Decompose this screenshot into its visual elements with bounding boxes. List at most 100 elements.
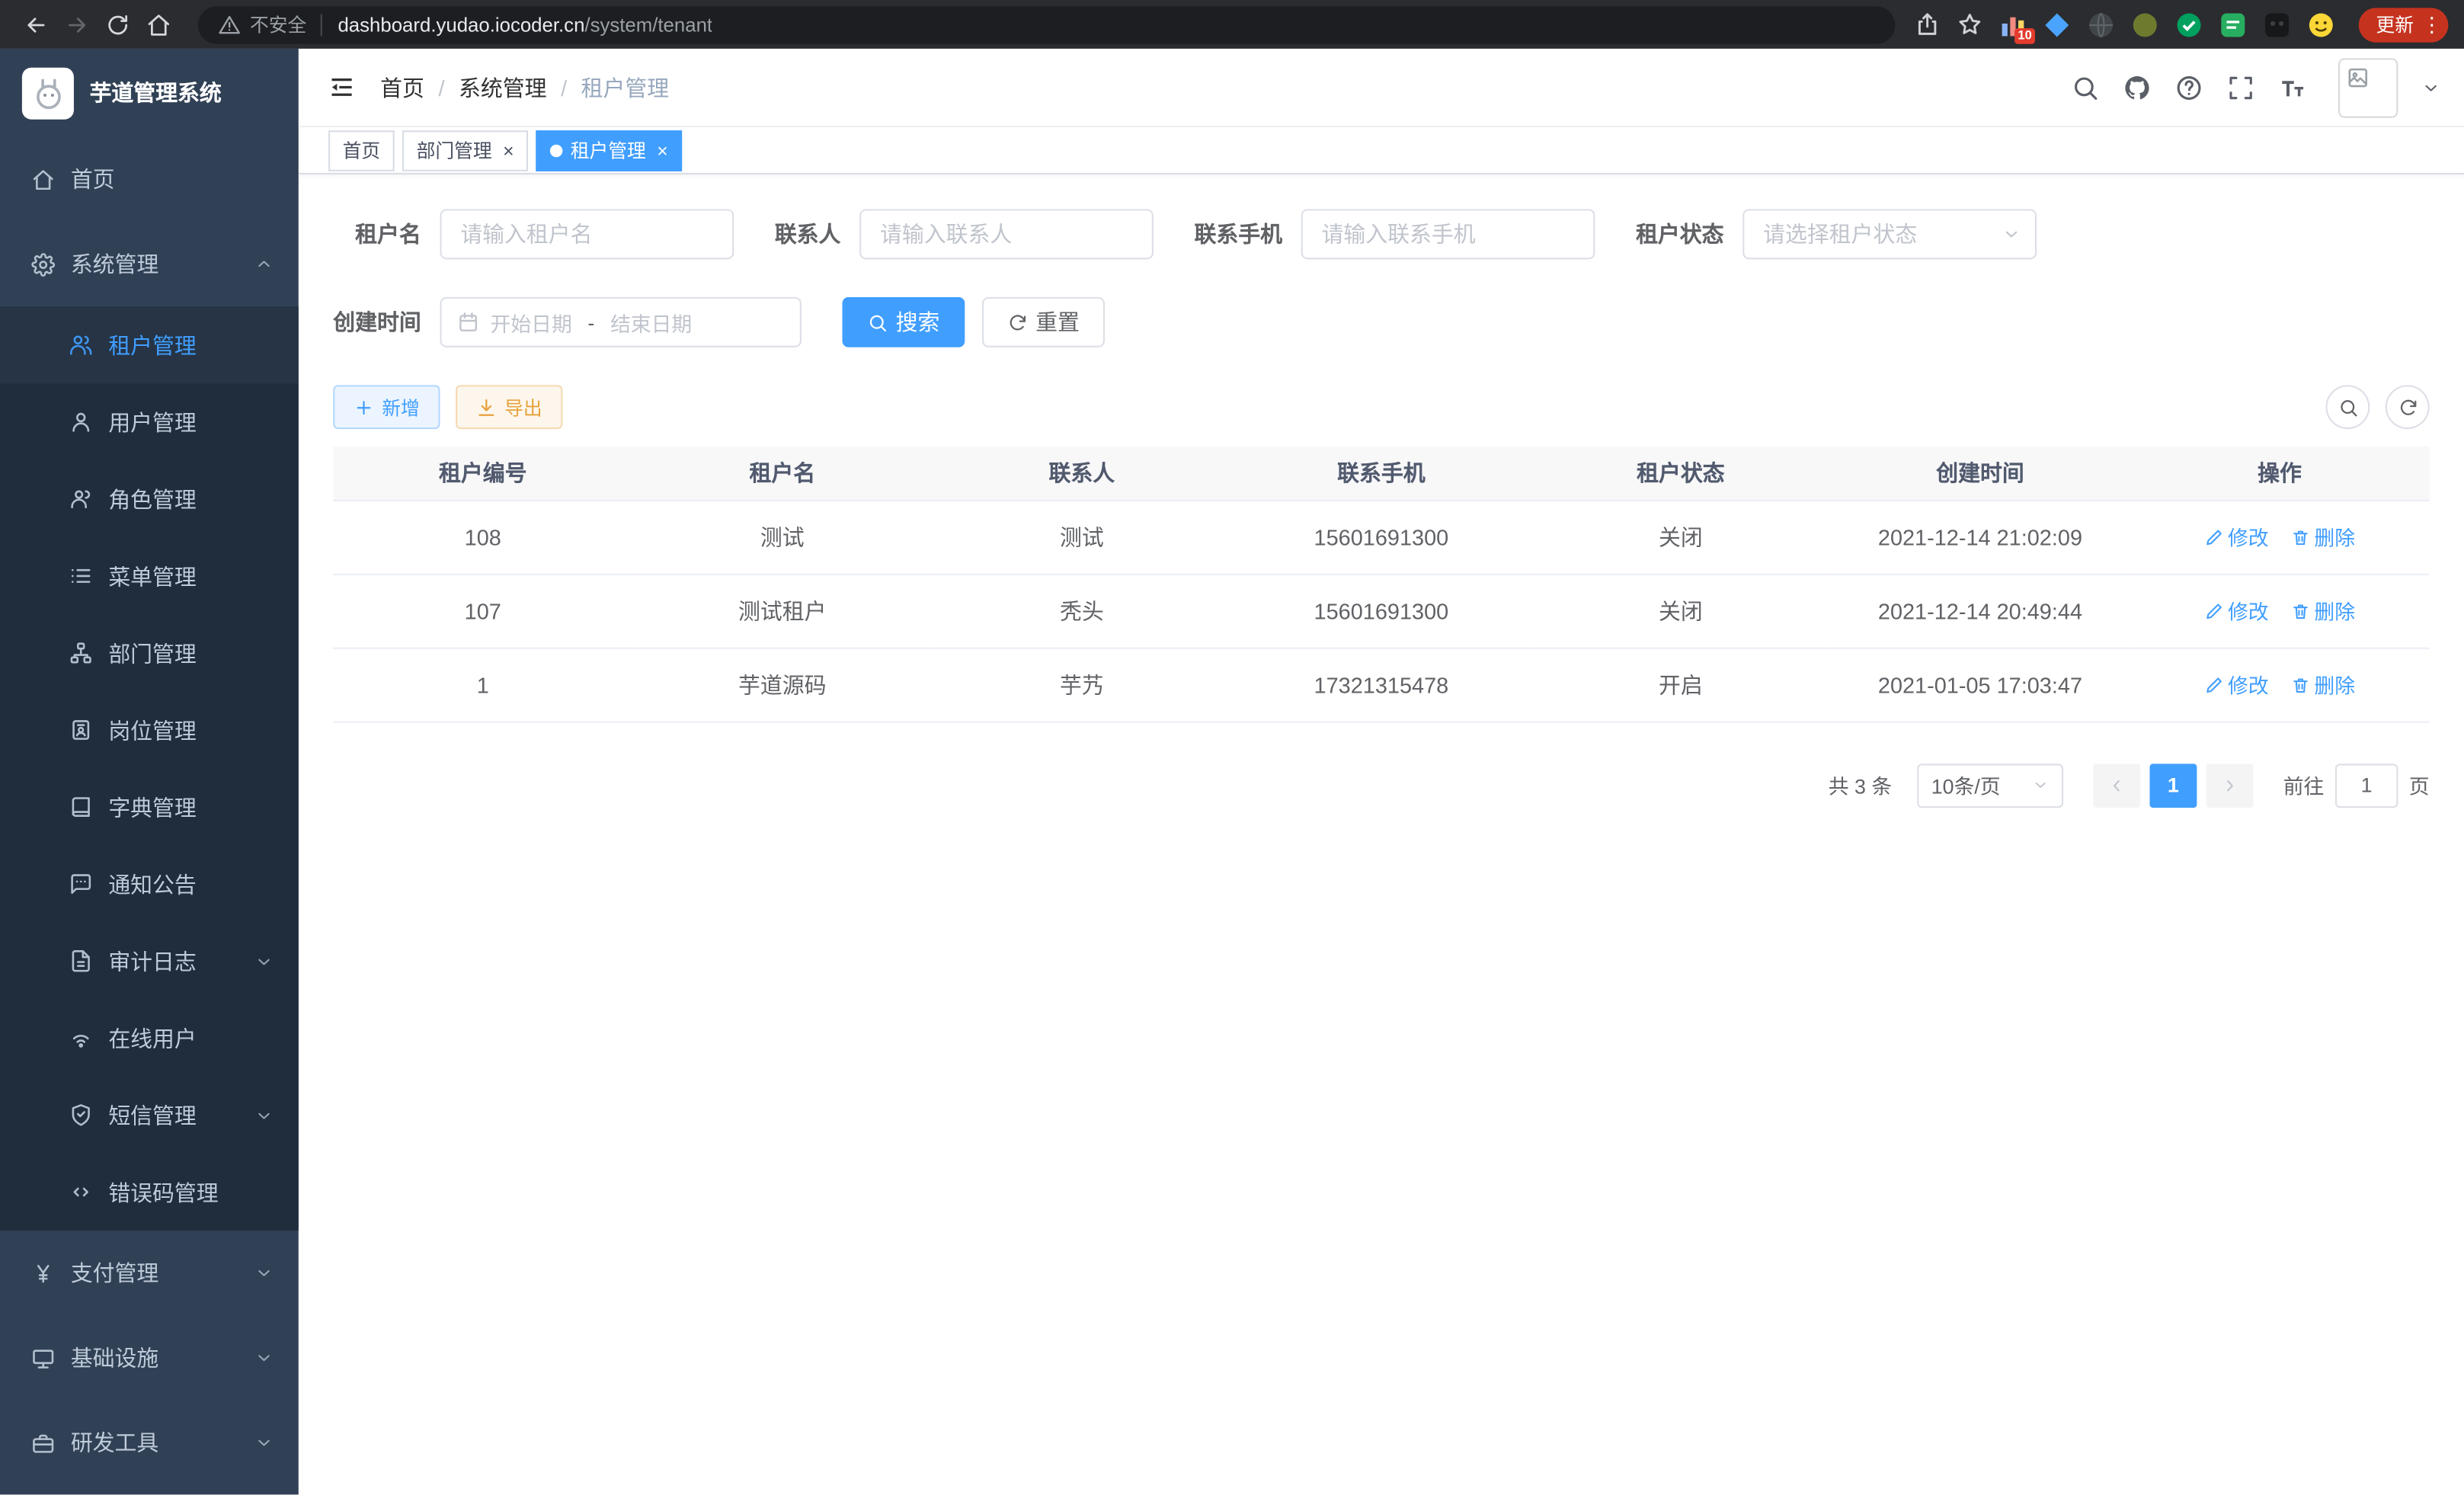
sidebar-item-label: 用户管理 <box>108 406 197 437</box>
extension-drop-icon[interactable] <box>2043 10 2071 38</box>
help-icon[interactable] <box>2175 73 2203 101</box>
sidebar-item-user-management[interactable]: 用户管理 <box>0 383 299 460</box>
chevron-down-icon <box>254 1106 274 1125</box>
chevron-down-icon <box>254 1263 274 1282</box>
sidebar-item-home[interactable]: 首页 <box>0 136 299 221</box>
sidebar-item-dict-management[interactable]: 字典管理 <box>0 769 299 846</box>
tenant-name-input[interactable] <box>440 209 734 259</box>
add-button[interactable]: 新增 <box>333 385 440 429</box>
extension-check-icon[interactable] <box>2174 10 2203 38</box>
bookmark-star-icon[interactable] <box>1957 11 1983 37</box>
org-tree-icon <box>69 642 93 665</box>
extension-paw-icon[interactable] <box>2263 10 2291 38</box>
close-icon[interactable]: × <box>503 141 514 160</box>
sidebar-item-post-management[interactable]: 岗位管理 <box>0 692 299 769</box>
breadcrumb-separator: / <box>438 75 444 100</box>
user-avatar[interactable] <box>2338 57 2398 117</box>
breadcrumb-home[interactable]: 首页 <box>380 72 424 103</box>
column-header: 联系手机 <box>1231 447 1531 500</box>
fullscreen-icon[interactable] <box>2227 73 2255 101</box>
status-select[interactable]: 请选择租户状态 <box>1742 209 2037 259</box>
sidebar-item-system-management[interactable]: 系统管理 <box>0 222 299 306</box>
address-bar[interactable]: 不安全 dashboard.yudao.iocoder.cn/system/te… <box>198 5 1895 43</box>
sms-icon <box>69 1103 93 1127</box>
sidebar-item-notice-announcement[interactable]: 通知公告 <box>0 846 299 923</box>
sidebar-item-infrastructure[interactable]: 基础设施 <box>0 1315 299 1400</box>
date-start-placeholder: 开始日期 <box>491 307 572 337</box>
edit-link[interactable]: 修改 <box>2204 670 2269 699</box>
goto-page-input[interactable] <box>2335 763 2398 807</box>
page-number-1[interactable]: 1 <box>2149 763 2197 807</box>
payment-icon <box>31 1261 55 1285</box>
sidebar-item-online-users[interactable]: 在线用户 <box>0 1000 299 1077</box>
calendar-icon <box>457 311 479 333</box>
font-size-icon[interactable] <box>2279 73 2307 101</box>
breadcrumb-system[interactable]: 系统管理 <box>459 72 547 103</box>
tab-tenant-management[interactable]: 租户管理× <box>536 130 682 171</box>
share-icon[interactable] <box>1914 11 1941 37</box>
phone-input[interactable] <box>1301 209 1595 259</box>
browser-reload-button[interactable] <box>98 4 139 45</box>
app-logo[interactable]: 芋道管理系统 <box>0 49 299 137</box>
extension-globe-icon[interactable] <box>2087 10 2115 38</box>
table-cell: 1 <box>333 648 632 722</box>
edit-link[interactable]: 修改 <box>2204 522 2269 552</box>
extension-notes-icon[interactable] <box>2219 10 2247 38</box>
tab-dept-management[interactable]: 部门管理× <box>402 130 528 171</box>
sidebar-item-error-code-management[interactable]: 错误码管理 <box>0 1154 299 1231</box>
reset-button[interactable]: 重置 <box>982 297 1105 347</box>
edit-link[interactable]: 修改 <box>2204 596 2269 626</box>
filter-status: 租户状态 请选择租户状态 <box>1636 209 2037 259</box>
page-size-select[interactable]: 10条/页 <box>1917 763 2063 807</box>
sidebar-item-dev-tools[interactable]: 研发工具 <box>0 1401 299 1485</box>
sidebar-item-menu-management[interactable]: 菜单管理 <box>0 537 299 614</box>
delete-link[interactable]: 删除 <box>2290 596 2355 626</box>
sidebar-fold-icon[interactable] <box>327 72 357 102</box>
delete-link[interactable]: 删除 <box>2290 522 2355 552</box>
sidebar-item-sms-management[interactable]: 短信管理 <box>0 1077 299 1154</box>
table-body: 108测试测试15601691300关闭2021-12-14 21:02:09修… <box>333 500 2429 722</box>
browser-forward-button[interactable] <box>56 4 98 45</box>
toggle-search-button[interactable] <box>2326 385 2370 429</box>
search-button-label: 搜索 <box>896 306 940 338</box>
chevron-up-icon <box>254 255 274 274</box>
main-area: 首页 / 系统管理 / 租户管理 首页部门管理×租户管理× <box>299 49 2464 1495</box>
sidebar-item-audit-log[interactable]: 审计日志 <box>0 923 299 1000</box>
export-button[interactable]: 导出 <box>456 385 562 429</box>
extension-smiley-icon[interactable] <box>2307 10 2335 38</box>
pagination-total: 共 3 条 <box>1829 770 1892 800</box>
sidebar-item-payment-management[interactable]: 支付管理 <box>0 1231 299 1315</box>
sidebar-item-role-management[interactable]: 角色管理 <box>0 460 299 537</box>
browser-back-button[interactable] <box>16 4 57 45</box>
sidebar-item-tenant-management[interactable]: 租户管理 <box>0 306 299 383</box>
export-button-label: 导出 <box>504 394 542 421</box>
github-icon[interactable] <box>2123 73 2151 101</box>
close-icon[interactable]: × <box>657 141 667 160</box>
edit-icon <box>2204 527 2223 546</box>
search-button[interactable]: 搜索 <box>843 297 965 347</box>
chevron-down-icon <box>254 952 274 971</box>
extension-olive-icon[interactable] <box>2131 10 2159 38</box>
browser-update-button[interactable]: 更新 ⋮ <box>2359 7 2449 41</box>
refresh-table-button[interactable] <box>2386 385 2430 429</box>
prev-page-button[interactable] <box>2093 763 2140 807</box>
browser-home-button[interactable] <box>139 4 180 45</box>
user-icon <box>69 410 93 434</box>
column-header: 租户名 <box>632 447 932 500</box>
table-cell: 2021-12-14 21:02:09 <box>1830 500 2130 574</box>
header-search-icon[interactable] <box>2071 73 2099 101</box>
contact-input[interactable] <box>859 209 1154 259</box>
delete-label: 删除 <box>2314 522 2355 552</box>
edit-icon <box>2204 675 2223 694</box>
extension-stats-icon[interactable]: 10 <box>1998 10 2027 38</box>
delete-link[interactable]: 删除 <box>2290 670 2355 699</box>
avatar-dropdown-caret-icon[interactable] <box>2421 78 2440 97</box>
next-page-button[interactable] <box>2206 763 2254 807</box>
home-icon <box>31 168 55 191</box>
url-text: dashboard.yudao.iocoder.cn/system/tenant <box>338 14 712 36</box>
date-range-picker[interactable]: 开始日期 - 结束日期 <box>440 297 802 347</box>
date-end-placeholder: 结束日期 <box>610 307 692 337</box>
update-label: 更新 <box>2376 11 2414 37</box>
sidebar-item-dept-management[interactable]: 部门管理 <box>0 614 299 691</box>
tab-home[interactable]: 首页 <box>328 130 395 171</box>
